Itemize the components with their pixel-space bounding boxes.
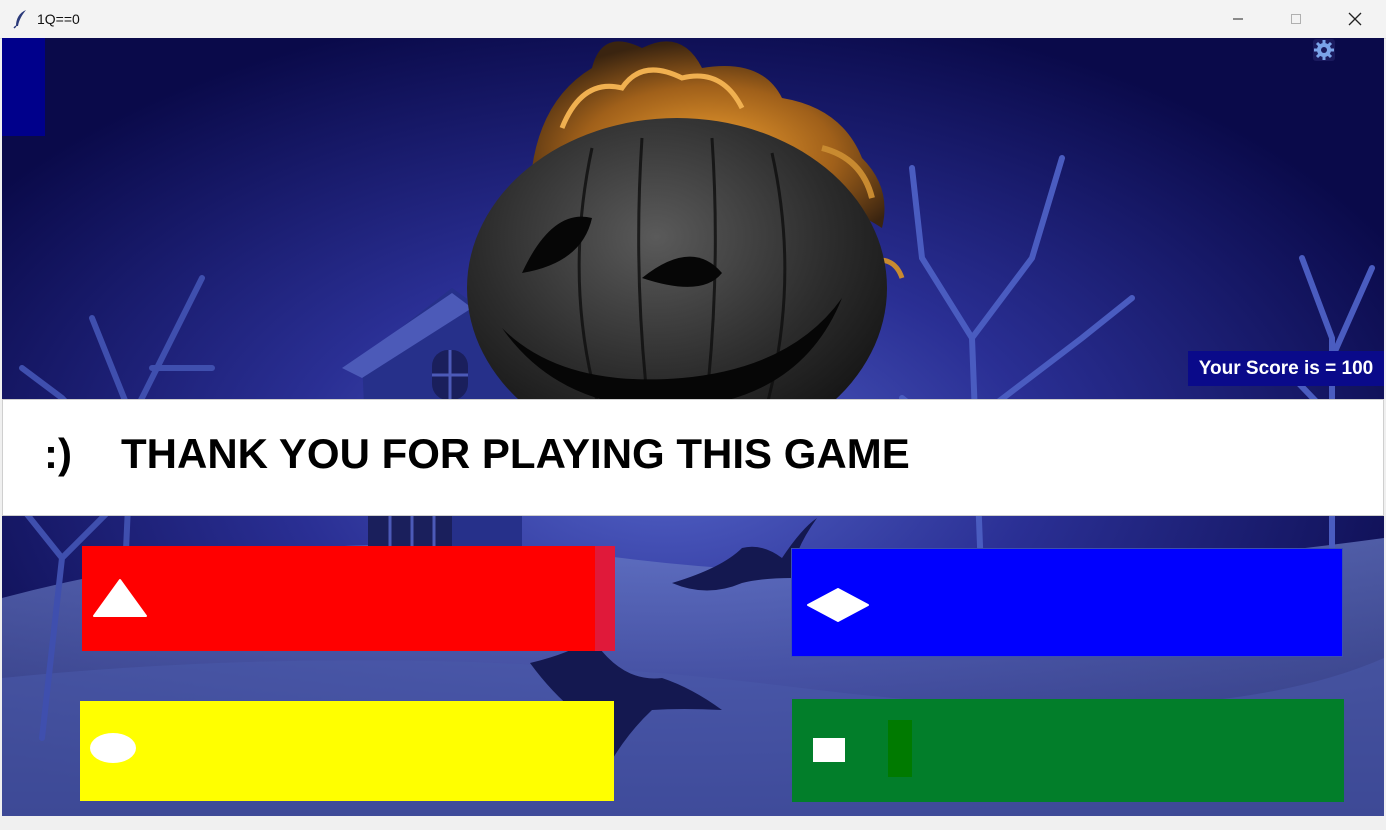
- red-button-edge: [595, 546, 615, 651]
- answer-button-red-triangle[interactable]: [82, 546, 615, 651]
- maximize-button[interactable]: [1267, 0, 1325, 38]
- left-indicator-block: [2, 38, 45, 136]
- answer-button-blue-diamond[interactable]: [791, 548, 1343, 657]
- minimize-icon: [1233, 18, 1243, 20]
- score-display: Your Score is = 100: [1188, 351, 1384, 386]
- maximize-icon: [1291, 14, 1301, 24]
- end-game-banner: :) THANK YOU FOR PLAYING THIS GAME: [2, 399, 1384, 516]
- close-icon: [1348, 12, 1362, 26]
- diamond-icon: [807, 588, 869, 622]
- game-canvas: Your Score is = 100 :) THANK YOU FOR PLA…: [2, 38, 1384, 816]
- smiley-text: :): [44, 430, 72, 477]
- circle-icon: [90, 733, 136, 763]
- triangle-icon: [93, 579, 147, 617]
- thank-you-message: THANK YOU FOR PLAYING THIS GAME: [121, 430, 910, 477]
- close-button[interactable]: [1326, 0, 1384, 38]
- settings-button[interactable]: [1313, 39, 1335, 61]
- feather-icon: [13, 10, 26, 29]
- square-icon: [813, 738, 845, 762]
- gear-icon: [1314, 40, 1334, 60]
- window-title-bar: 1Q==0: [0, 0, 1386, 39]
- minimize-button[interactable]: [1209, 0, 1267, 38]
- window-title: 1Q==0: [37, 11, 80, 27]
- answer-button-yellow-circle[interactable]: [80, 701, 614, 801]
- green-button-marker: [888, 720, 912, 777]
- answer-button-green-square[interactable]: [792, 699, 1344, 802]
